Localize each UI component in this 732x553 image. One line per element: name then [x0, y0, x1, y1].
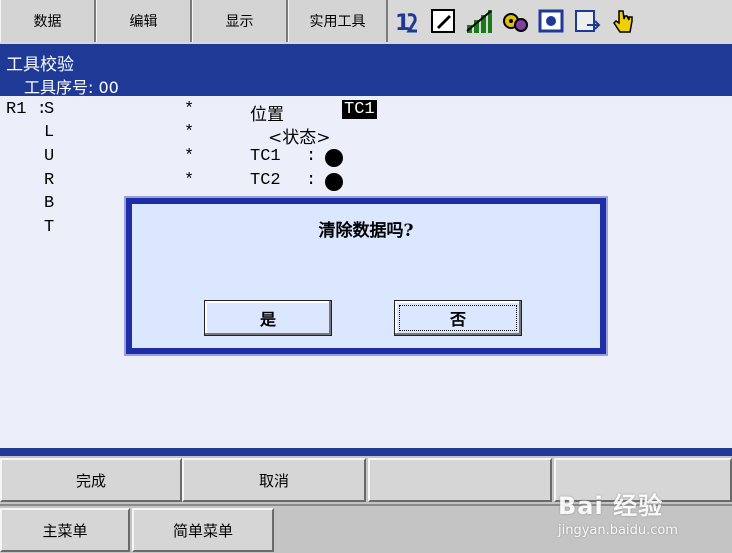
- status-dot-tc1: [325, 149, 343, 167]
- top-menu-bar: 数据 编辑 显示 实用工具 1: [0, 0, 732, 45]
- step-icon[interactable]: 1: [392, 6, 422, 36]
- confirm-dialog-body: 清除数据吗? 是 否: [132, 204, 600, 348]
- simple-menu-button[interactable]: 简单菜单: [132, 508, 274, 552]
- menu-display[interactable]: 显示: [192, 0, 288, 42]
- axis-mark-l: *: [184, 123, 195, 142]
- screen-title-bar: 工具校验 工具序号: 00: [0, 44, 732, 98]
- no-button[interactable]: 否: [394, 300, 522, 336]
- axis-label-t: T: [44, 218, 55, 237]
- tool-number-label: 工具序号: [24, 78, 89, 97]
- main-menu-button[interactable]: 主菜单: [0, 508, 130, 552]
- status-colon-tc1: :: [306, 147, 317, 166]
- dialog-message: 清除数据吗?: [318, 221, 414, 241]
- gear-icon[interactable]: [500, 6, 530, 36]
- yes-button[interactable]: 是: [204, 300, 332, 336]
- cancel-button[interactable]: 取消: [182, 458, 366, 502]
- menu-edit[interactable]: 编辑: [96, 0, 192, 42]
- axis-mark-r: *: [184, 171, 195, 190]
- axis-label-b: B: [44, 194, 55, 213]
- watermark-url: jingyan.baidu.com: [558, 523, 678, 538]
- edit-note-icon[interactable]: [428, 6, 458, 36]
- separator-bar: [0, 448, 732, 456]
- menu-data[interactable]: 数据: [0, 0, 96, 42]
- position-label: 位置: [250, 105, 284, 125]
- tool-number: 工具序号: 00: [24, 74, 119, 98]
- axis-label-r: R: [44, 171, 55, 190]
- screen-title: 工具校验: [6, 55, 74, 75]
- frame-icon[interactable]: [536, 6, 566, 36]
- axis-label-l: L: [44, 123, 55, 142]
- hand-icon[interactable]: [608, 6, 638, 36]
- axis-label-s: S: [44, 100, 55, 119]
- status-item-tc2: TC2: [250, 171, 281, 190]
- watermark-brand: Bai 经验: [558, 492, 664, 520]
- baidu-watermark: Bai 经验 jingyan.baidu.com: [558, 486, 678, 538]
- no-button-label: 否: [449, 310, 466, 329]
- function-key-3[interactable]: [368, 458, 552, 502]
- axis-mark-u: *: [184, 147, 195, 166]
- tool-number-colon: :: [88, 78, 99, 97]
- menu-utility[interactable]: 实用工具: [288, 0, 388, 42]
- position-value[interactable]: TC1: [342, 100, 377, 119]
- axis-label-u: U: [44, 147, 55, 166]
- signal-icon[interactable]: [464, 6, 494, 36]
- export-icon[interactable]: [572, 6, 602, 36]
- status-heading: <状态>: [268, 128, 331, 148]
- robot-label: R1 :: [6, 100, 47, 119]
- status-colon-tc2: :: [306, 171, 317, 190]
- tool-number-value: 00: [98, 78, 119, 97]
- status-icon-strip: 1: [392, 2, 638, 40]
- axis-mark-s: *: [184, 100, 195, 119]
- confirm-dialog: 清除数据吗? 是 否: [124, 196, 608, 356]
- status-dot-tc2: [325, 173, 343, 191]
- status-item-tc1: TC1: [250, 147, 281, 166]
- complete-button[interactable]: 完成: [0, 458, 182, 502]
